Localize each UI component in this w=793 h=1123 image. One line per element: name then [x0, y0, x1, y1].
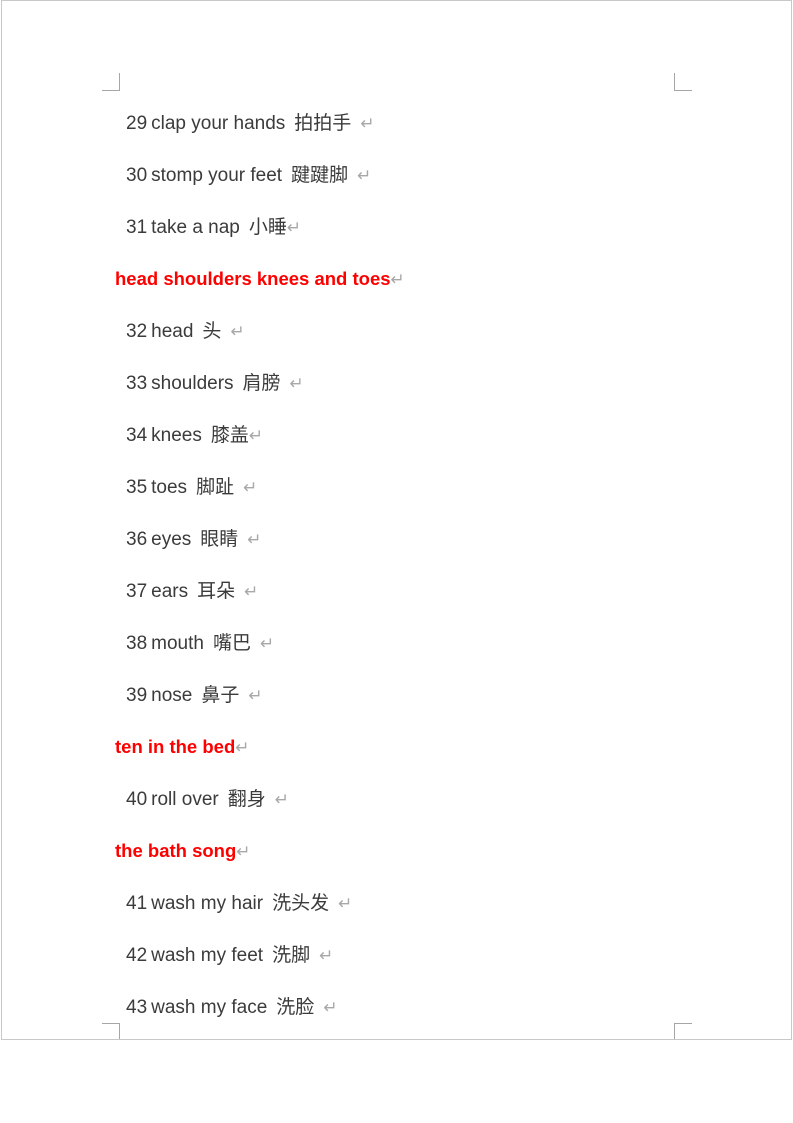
vocabulary-chinese: 脚趾 — [196, 476, 235, 498]
vocabulary-row: 39 nose 鼻子 ↵ — [2, 669, 791, 721]
vocabulary-chinese: 嘴巴 — [212, 632, 251, 654]
vocabulary-english: nose — [151, 685, 193, 706]
song-heading: the bath song↵ — [2, 825, 791, 877]
paragraph-mark-icon: ↵ — [357, 166, 372, 185]
paragraph-mark-icon: ↵ — [289, 374, 304, 393]
vocabulary-chinese: 小睡 — [248, 216, 287, 238]
vocabulary-chinese: 耳朵 — [197, 580, 236, 602]
paragraph-mark-icon: ↵ — [235, 738, 250, 757]
vocabulary-number: 42 — [126, 945, 148, 966]
vocabulary-number: 37 — [126, 581, 148, 602]
document-content: 29 clap your hands 拍拍手 ↵ 30 stomp your feet 踺踺… — [2, 97, 791, 1033]
paragraph-mark-icon: ↵ — [286, 218, 302, 237]
margin-crop-mark-top-left — [102, 73, 120, 91]
paragraph-mark-icon: ↵ — [248, 686, 263, 705]
vocabulary-english: shoulders — [151, 373, 234, 394]
song-heading-text: head shoulders knees and toes — [115, 268, 391, 289]
vocabulary-english: eyes — [151, 529, 192, 550]
vocabulary-number: 30 — [126, 165, 148, 186]
vocabulary-english: wash my hair — [151, 893, 264, 914]
vocabulary-english: roll over — [151, 789, 219, 810]
vocabulary-row: 43 wash my face 洗脸 ↵ — [2, 981, 791, 1033]
vocabulary-chinese: 肩膀 — [242, 372, 281, 394]
vocabulary-english: take a nap — [151, 217, 240, 238]
vocabulary-number: 41 — [126, 893, 148, 914]
vocabulary-chinese: 鼻子 — [201, 684, 240, 706]
vocabulary-row: 38 mouth 嘴巴 ↵ — [2, 617, 791, 669]
vocabulary-chinese: 翻身 — [227, 788, 266, 810]
paragraph-mark-icon: ↵ — [360, 114, 375, 133]
vocabulary-number: 36 — [126, 529, 148, 550]
paragraph-mark-icon: ↵ — [319, 946, 334, 965]
vocabulary-row: 41 wash my hair 洗头发 ↵ — [2, 877, 791, 929]
vocabulary-row: 30 stomp your feet 踺踺脚 ↵ — [2, 149, 791, 201]
vocabulary-number: 33 — [126, 373, 148, 394]
vocabulary-number: 31 — [126, 217, 148, 238]
vocabulary-english: ears — [151, 581, 189, 602]
vocabulary-number: 40 — [126, 789, 148, 810]
vocabulary-chinese: 洗头发 — [272, 892, 330, 914]
margin-crop-mark-top-right — [674, 73, 692, 91]
vocabulary-english: mouth — [151, 633, 204, 654]
paragraph-mark-icon: ↵ — [259, 634, 275, 653]
vocabulary-english: wash my face — [151, 997, 268, 1018]
paragraph-mark-icon: ↵ — [338, 894, 353, 913]
vocabulary-number: 35 — [126, 477, 148, 498]
song-heading-text: ten in the bed — [115, 736, 236, 757]
vocabulary-number: 43 — [126, 997, 148, 1018]
vocabulary-number: 32 — [126, 321, 148, 342]
vocabulary-row: 40 roll over 翻身 ↵ — [2, 773, 791, 825]
vocabulary-english: wash my feet — [151, 945, 264, 966]
vocabulary-chinese: 头 — [202, 320, 222, 342]
vocabulary-number: 29 — [126, 113, 148, 134]
document-page: 29 clap your hands 拍拍手 ↵ 30 stomp your feet 踺踺… — [1, 0, 792, 1040]
vocabulary-row: 33 shoulders 肩膀 ↵ — [2, 357, 791, 409]
paragraph-mark-icon: ↵ — [236, 842, 251, 861]
paragraph-mark-icon: ↵ — [244, 582, 259, 601]
vocabulary-number: 34 — [126, 425, 148, 446]
vocabulary-chinese: 拍拍手 — [294, 112, 352, 134]
paragraph-mark-icon: ↵ — [323, 998, 338, 1017]
vocabulary-chinese: 膝盖 — [210, 424, 249, 446]
vocabulary-chinese: 洗脸 — [276, 996, 315, 1018]
vocabulary-row: 42 wash my feet 洗脚 ↵ — [2, 929, 791, 981]
vocabulary-row: 37 ears 耳朵 ↵ — [2, 565, 791, 617]
paragraph-mark-icon: ↵ — [390, 270, 405, 289]
vocabulary-row: 31 take a nap 小睡↵ — [2, 201, 791, 253]
paragraph-mark-icon: ↵ — [247, 530, 262, 549]
vocabulary-english: toes — [151, 477, 188, 498]
paragraph-mark-icon: ↵ — [243, 478, 258, 497]
song-heading-text: the bath song — [115, 840, 237, 861]
paragraph-mark-icon: ↵ — [274, 790, 289, 809]
paragraph-mark-icon: ↵ — [230, 322, 245, 341]
vocabulary-chinese: 踺踺脚 — [291, 164, 349, 186]
vocabulary-row: 32 head 头 ↵ — [2, 305, 791, 357]
song-heading: head shoulders knees and toes↵ — [2, 253, 791, 305]
vocabulary-english: clap your hands — [151, 113, 286, 134]
vocabulary-row: 29 clap your hands 拍拍手 ↵ — [2, 97, 791, 149]
paragraph-mark-icon: ↵ — [248, 426, 264, 445]
vocabulary-row: 35 toes 脚趾 ↵ — [2, 461, 791, 513]
vocabulary-row: 36 eyes 眼睛 ↵ — [2, 513, 791, 565]
vocabulary-english: stomp your feet — [151, 165, 283, 186]
vocabulary-chinese: 眼睛 — [200, 528, 239, 550]
vocabulary-number: 38 — [126, 633, 148, 654]
song-heading: ten in the bed↵ — [2, 721, 791, 773]
vocabulary-chinese: 洗脚 — [272, 944, 311, 966]
vocabulary-english: head — [151, 321, 194, 342]
vocabulary-row: 34 knees 膝盖↵ — [2, 409, 791, 461]
vocabulary-english: knees — [151, 425, 202, 446]
vocabulary-number: 39 — [126, 685, 148, 706]
